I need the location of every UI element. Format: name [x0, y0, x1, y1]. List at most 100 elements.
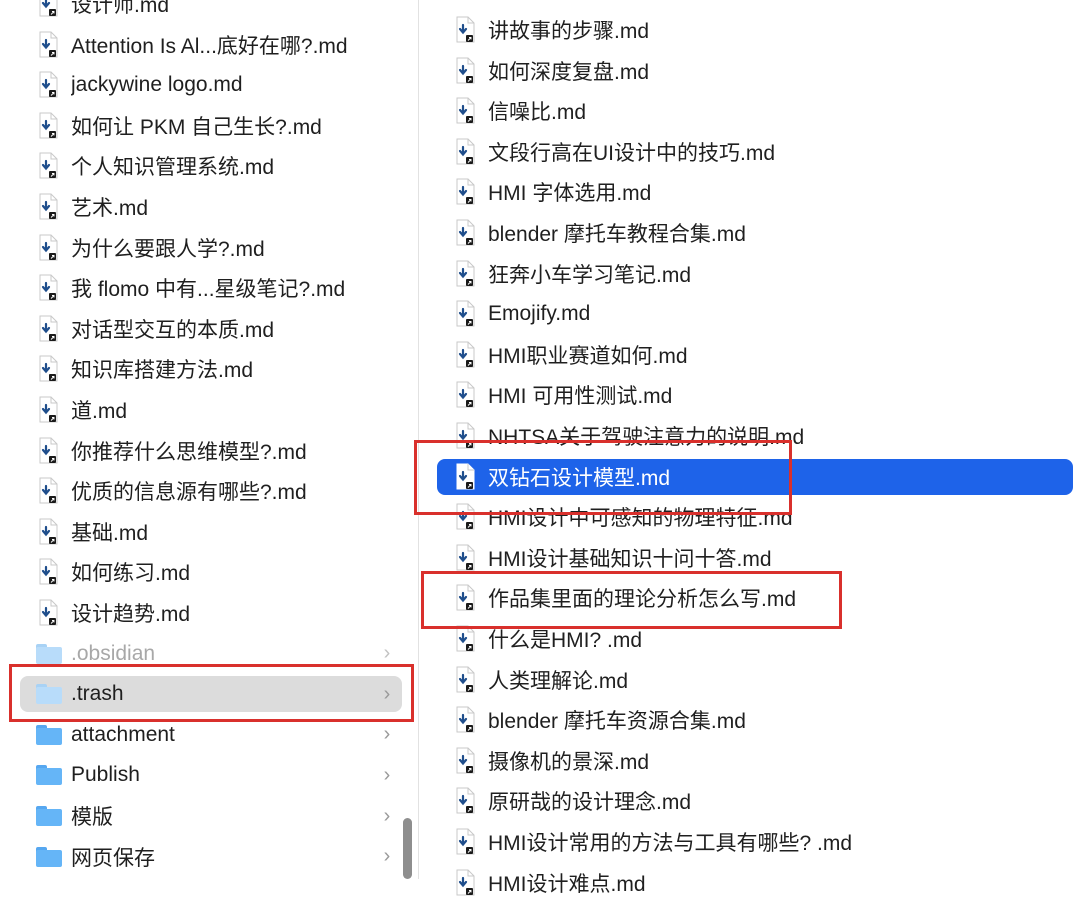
- markdown-alias-file-icon: [453, 177, 477, 207]
- file-item[interactable]: 文段行高在UI设计中的技巧.md: [437, 134, 1073, 170]
- file-name: 文段行高在UI设计中的技巧.md: [488, 141, 776, 165]
- folder-item[interactable]: .obsidian ›: [20, 636, 402, 672]
- markdown-alias-file-icon: [36, 70, 60, 100]
- file-item[interactable]: 狂奔小车学习笔记.md: [437, 256, 1073, 292]
- file-item[interactable]: 如何让 PKM 自己生长?.md: [20, 108, 402, 144]
- markdown-alias-file-icon: [453, 56, 477, 86]
- file-item[interactable]: 对话型交互的本质.md: [20, 311, 402, 347]
- file-item[interactable]: blender 摩托车教程合集.md: [437, 215, 1073, 251]
- markdown-alias-file-icon: [453, 421, 477, 451]
- file-name: blender 摩托车教程合集.md: [488, 223, 746, 246]
- file-name: HMI设计中可感知的物理特征.md: [488, 507, 793, 531]
- file-item[interactable]: 双钻石设计模型.md: [437, 458, 1073, 495]
- folder-name: .obsidian: [71, 641, 156, 665]
- markdown-alias-file-icon: [453, 462, 477, 492]
- file-name: HMI 字体选用.md: [488, 182, 652, 206]
- file-item[interactable]: blender 摩托车资源合集.md: [437, 702, 1073, 738]
- file-name: 设计师.md: [71, 0, 170, 17]
- file-name: HMI设计难点.md: [488, 872, 646, 896]
- markdown-alias-file-icon: [453, 137, 477, 167]
- file-item[interactable]: 艺术.md: [20, 189, 402, 225]
- file-item[interactable]: 我 flomo 中有...星级笔记?.md: [20, 270, 402, 306]
- chevron-right-icon: ›: [383, 763, 391, 786]
- folder-icon: [36, 639, 62, 669]
- file-item[interactable]: HMI设计基础知识十问十答.md: [437, 540, 1073, 576]
- file-item[interactable]: HMI职业赛道如何.md: [437, 337, 1073, 373]
- folder-icon: [36, 679, 62, 709]
- file-item[interactable]: 你推荐什么思维模型?.md: [20, 433, 402, 469]
- file-name: blender 摩托车资源合集.md: [488, 710, 746, 734]
- markdown-alias-file-icon: [453, 15, 477, 45]
- column-divider[interactable]: [418, 0, 419, 879]
- file-item[interactable]: 个人知识管理系统.md: [20, 148, 402, 184]
- file-name: 为什么要跟人学?.md: [71, 237, 265, 261]
- file-item[interactable]: 如何深度复盘.md: [437, 53, 1073, 89]
- file-name: 信噪比.md: [488, 101, 587, 125]
- file-item[interactable]: 设计趋势.md: [20, 595, 402, 631]
- file-item[interactable]: 道.md: [20, 392, 402, 428]
- file-name: 对话型交互的本质.md: [71, 318, 275, 342]
- markdown-alias-file-icon: [453, 786, 477, 816]
- file-item[interactable]: 作品集里面的理论分析怎么写.md: [437, 580, 1073, 616]
- markdown-alias-file-icon: [36, 354, 60, 384]
- file-item[interactable]: 设计师.md: [20, 0, 402, 22]
- markdown-alias-file-icon: [453, 259, 477, 289]
- file-name: 道.md: [71, 400, 128, 423]
- folder-item[interactable]: 网页保存 ›: [20, 839, 402, 875]
- file-item[interactable]: 讲故事的步骤.md: [437, 12, 1073, 48]
- markdown-alias-file-icon: [453, 502, 477, 532]
- folder-item[interactable]: 模版 ›: [20, 798, 402, 834]
- folder-icon: [36, 720, 62, 750]
- markdown-alias-file-icon: [453, 218, 477, 248]
- file-name: NHTSA关于驾驶注意力的说明.md: [488, 426, 805, 449]
- folder-name: Publish: [71, 763, 140, 787]
- markdown-alias-file-icon: [36, 395, 60, 425]
- file-item[interactable]: HMI设计难点.md: [437, 865, 1073, 901]
- file-item[interactable]: 信噪比.md: [437, 93, 1073, 129]
- folder-icon: [36, 760, 62, 790]
- file-name: HMI职业赛道如何.md: [488, 344, 688, 368]
- markdown-alias-file-icon: [453, 380, 477, 410]
- folder-item[interactable]: Publish ›: [20, 757, 402, 793]
- file-item[interactable]: 知识库搭建方法.md: [20, 351, 402, 387]
- file-name: 知识库搭建方法.md: [71, 359, 254, 383]
- file-item[interactable]: Attention Is Al...底好在哪?.md: [20, 27, 402, 63]
- file-item[interactable]: 基础.md: [20, 514, 402, 550]
- folder-name: 网页保存: [71, 846, 155, 870]
- markdown-alias-file-icon: [453, 868, 477, 898]
- markdown-alias-file-icon: [453, 299, 477, 329]
- file-item[interactable]: 人类理解论.md: [437, 662, 1073, 698]
- file-item[interactable]: HMI 字体选用.md: [437, 174, 1073, 210]
- folder-item[interactable]: attachment ›: [20, 717, 402, 753]
- folder-icon: [36, 801, 62, 831]
- markdown-alias-file-icon: [453, 543, 477, 573]
- markdown-alias-file-icon: [453, 96, 477, 126]
- file-item[interactable]: HMI 可用性测试.md: [437, 377, 1073, 413]
- left-column-scrollbar[interactable]: [403, 818, 412, 879]
- chevron-right-icon: ›: [383, 642, 391, 665]
- file-item[interactable]: 什么是HMI? .md: [437, 621, 1073, 657]
- file-item[interactable]: HMI设计中可感知的物理特征.md: [437, 499, 1073, 535]
- left-column-file-list: 设计师.md Attention Is Al...底好在哪?.md jackywin…: [0, 0, 418, 879]
- chevron-right-icon: ›: [383, 845, 391, 868]
- markdown-alias-file-icon: [36, 598, 60, 628]
- file-name: 狂奔小车学习笔记.md: [488, 263, 692, 287]
- folder-item[interactable]: .trash ›: [20, 676, 402, 713]
- file-item[interactable]: 优质的信息源有哪些?.md: [20, 473, 402, 509]
- file-item[interactable]: 如何练习.md: [20, 554, 402, 590]
- chevron-right-icon: ›: [383, 682, 391, 705]
- file-item[interactable]: HMI设计常用的方法与工具有哪些? .md: [437, 824, 1073, 860]
- file-item[interactable]: 摄像机的景深.md: [437, 743, 1073, 779]
- file-name: 讲故事的步骤.md: [488, 20, 650, 43]
- file-item[interactable]: Emojify.md: [437, 296, 1073, 332]
- markdown-alias-file-icon: [453, 705, 477, 735]
- file-name: 如何练习.md: [71, 562, 191, 586]
- file-item[interactable]: 原研哉的设计理念.md: [437, 783, 1073, 819]
- markdown-alias-file-icon: [36, 233, 60, 263]
- file-name: 我 flomo 中有...星级笔记?.md: [71, 278, 346, 302]
- file-name: 基础.md: [71, 521, 149, 545]
- file-item[interactable]: 为什么要跟人学?.md: [20, 230, 402, 266]
- markdown-alias-file-icon: [36, 192, 60, 222]
- file-item[interactable]: NHTSA关于驾驶注意力的说明.md: [437, 418, 1073, 454]
- file-item[interactable]: jackywine logo.md: [20, 67, 402, 103]
